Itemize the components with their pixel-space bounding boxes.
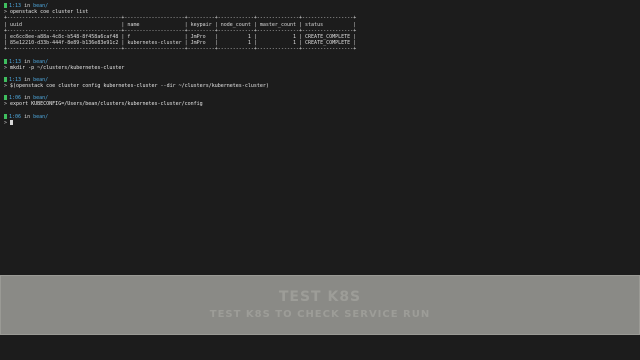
terminal-window[interactable]: 1:13 in bean/ > openstack coe cluster li… <box>0 0 640 275</box>
prompt-dir: bean/ <box>33 3 49 9</box>
terminal-block-current[interactable]: 1:06 in bean/ > <box>4 113 636 126</box>
command-text: export KUBECONFIG=/Users/bean/clusters/k… <box>10 101 203 108</box>
caption-banner: TEST K8S TEST K8S TO CHECK SERVICE RUN <box>0 275 640 335</box>
terminal-block-cluster-list: 1:13 in bean/ > openstack coe cluster li… <box>4 3 636 53</box>
prompt-dir: bean/ <box>33 58 49 65</box>
prompt-in: in <box>24 95 31 102</box>
prompt-status-icon <box>4 3 7 8</box>
prompt-arrow: > <box>4 119 8 126</box>
terminal-block-config: 1:13 in bean/ > $(openstack coe cluster … <box>4 76 636 89</box>
bottom-strip <box>0 335 640 360</box>
prompt-time: 1:06 <box>9 113 22 120</box>
banner-title: TEST K8S <box>278 289 362 305</box>
prompt-dir: bean/ <box>33 95 49 102</box>
prompt-arrow: > <box>4 101 8 108</box>
prompt-dir: bean/ <box>33 113 49 120</box>
terminal-block-mkdir: 1:13 in bean/ > mkdir -p ~/clusters/kube… <box>4 58 636 71</box>
prompt-status-icon <box>4 58 7 64</box>
prompt-dir: bean/ <box>33 76 49 83</box>
prompt-time: 1:06 <box>9 95 22 102</box>
table-row: +--------------------------------------+… <box>4 46 357 53</box>
command-text: openstack coe cluster list <box>10 9 89 16</box>
command-text: mkdir -p ~/clusters/kubernetes-cluster <box>10 64 125 71</box>
prompt-status-icon <box>4 113 7 119</box>
prompt-time: 1:13 <box>9 3 22 9</box>
prompt-arrow: > <box>4 83 8 90</box>
prompt-in: in <box>24 3 31 9</box>
prompt-status-icon <box>4 95 7 101</box>
banner-subtitle: TEST K8S TO CHECK SERVICE RUN <box>209 309 431 320</box>
command-line: > mkdir -p ~/clusters/kubernetes-cluster <box>4 65 636 71</box>
terminal-block-export: 1:06 in bean/ > export KUBECONFIG=/Users… <box>4 95 636 107</box>
command-text: $(openstack coe cluster config kubernete… <box>10 83 269 90</box>
prompt-in: in <box>24 113 31 120</box>
command-line: > export KUBECONFIG=/Users/bean/clusters… <box>4 101 636 107</box>
prompt-time: 1:13 <box>9 58 22 65</box>
prompt-in: in <box>24 58 31 65</box>
prompt-arrow: > <box>4 64 8 71</box>
text-cursor <box>10 119 14 125</box>
command-input-line[interactable]: > <box>4 119 636 126</box>
prompt-arrow: > <box>4 9 8 16</box>
command-line: > $(openstack coe cluster config kuberne… <box>4 83 636 89</box>
prompt-in: in <box>24 76 31 83</box>
prompt-time: 1:13 <box>9 76 22 83</box>
prompt-status-icon <box>4 76 7 82</box>
